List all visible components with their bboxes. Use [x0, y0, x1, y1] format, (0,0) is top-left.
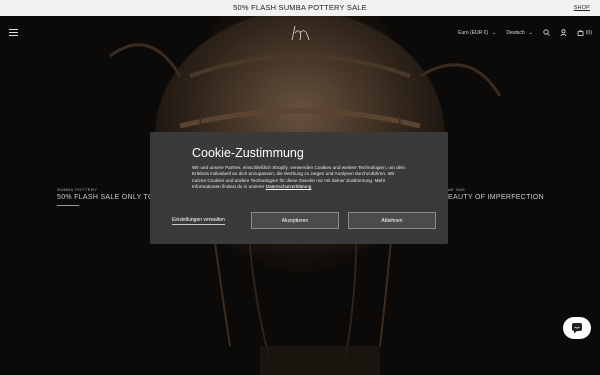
language-selector[interactable]: Deutsch ⌄ [506, 30, 533, 36]
account-icon [560, 29, 567, 36]
accept-button[interactable]: Akzeptieren [251, 212, 339, 229]
cart-count: (0) [585, 29, 592, 36]
chat-icon [572, 323, 582, 334]
slide-underline [57, 205, 79, 206]
language-label: Deutsch [506, 29, 525, 36]
account-button[interactable] [560, 29, 567, 36]
currency-selector[interactable]: Euro (EUR €) ⌄ [458, 30, 496, 36]
announcement-bar: 50% FLASH SUMBA POTTERY SALE SHOP [0, 0, 600, 16]
slide-title[interactable]: EAUTY OF IMPERFECTION [448, 194, 544, 201]
chevron-down-icon: ⌄ [528, 29, 533, 36]
search-button[interactable] [543, 29, 550, 36]
logo[interactable] [286, 23, 316, 45]
chevron-down-icon: ⌄ [492, 29, 497, 36]
decline-button[interactable]: Ablehnen [348, 212, 436, 229]
site-header: Euro (EUR €) ⌄ Deutsch ⌄ (0) [0, 16, 600, 50]
chat-button[interactable] [563, 317, 591, 339]
privacy-policy-link[interactable]: Datenschutzerklärung [266, 184, 312, 189]
cookie-body: Wir und unsere Partner, einschließlich S… [192, 165, 405, 190]
announcement-text: 50% FLASH SUMBA POTTERY SALE [233, 3, 367, 12]
cart-icon [577, 30, 584, 36]
cookie-consent-dialog: Cookie-Zustimmung Wir und unsere Partner… [150, 132, 448, 244]
cookie-title: Cookie-Zustimmung [192, 146, 304, 160]
slide-label: SUMBA POTTERY [57, 187, 98, 192]
currency-label: Euro (EUR €) [458, 29, 489, 36]
search-icon [543, 29, 550, 36]
shop-link[interactable]: SHOP [574, 0, 590, 16]
manage-settings-link[interactable]: Einstellungen verwalten [172, 217, 225, 225]
header-utilities: Euro (EUR €) ⌄ Deutsch ⌄ (0) [448, 29, 592, 36]
slide-label: AE SAE [448, 187, 466, 192]
cart-button[interactable]: (0) [577, 29, 592, 36]
menu-icon[interactable] [9, 29, 18, 36]
